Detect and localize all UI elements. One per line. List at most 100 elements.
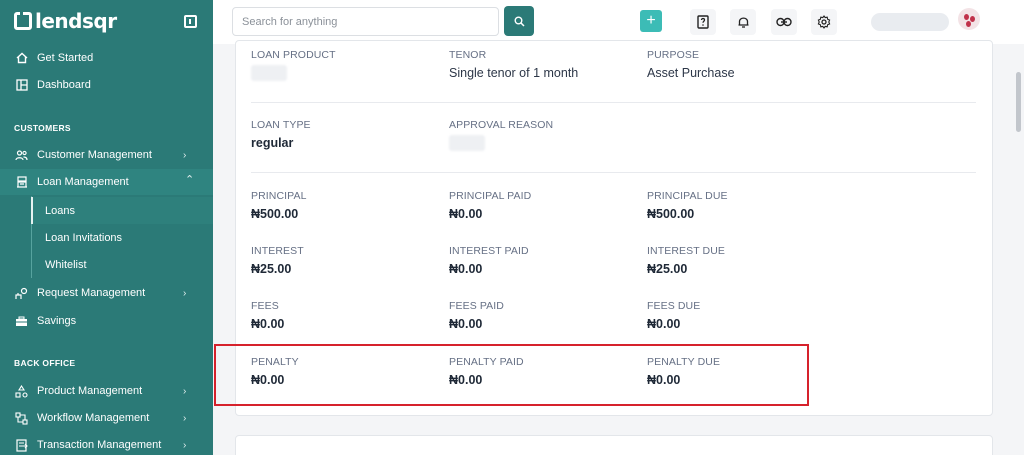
brand-name: lendsqr [35, 9, 117, 33]
settings-button[interactable] [811, 9, 837, 35]
sidebar-item-loan-management[interactable]: Loan Management ⌃ [0, 169, 213, 195]
link-button[interactable] [771, 9, 797, 35]
add-button[interactable]: + [640, 10, 662, 32]
sidebar-item-transaction-management[interactable]: Transaction Management › [0, 432, 213, 455]
field-tenor: TENOR Single tenor of 1 month [449, 49, 578, 80]
field-value: ₦0.00 [449, 262, 483, 276]
transaction-icon [15, 438, 28, 452]
redacted-value [251, 65, 287, 81]
sidebar-item-product-management[interactable]: Product Management › [0, 378, 213, 404]
sidebar-collapse-icon[interactable] [184, 15, 197, 28]
loan-icon [15, 176, 28, 189]
home-icon [15, 52, 28, 65]
field-value: ₦0.00 [251, 317, 285, 331]
field-value: ₦0.00 [647, 317, 681, 331]
chevron-right-icon: › [183, 287, 187, 299]
bell-icon [738, 17, 748, 28]
help-button[interactable] [690, 9, 716, 35]
avatar[interactable] [958, 8, 980, 30]
field-value: Single tenor of 1 month [449, 66, 579, 80]
field-value: Asset Purchase [647, 66, 735, 80]
sidebar-item-label: Savings [37, 315, 77, 327]
search-icon [514, 16, 525, 27]
sidebar: lendsqr Get Started Dashboard CUSTOMERS … [0, 0, 213, 455]
field-loan-type: LOAN TYPE regular [251, 119, 311, 150]
field-approval-reason: APPROVAL REASON [449, 119, 553, 151]
field-value: ₦500.00 [251, 207, 299, 221]
request-icon [15, 287, 28, 300]
penalty-highlight-box [214, 344, 809, 406]
sidebar-subitem-label: Loans [45, 204, 75, 217]
sidebar-item-label: Get Started [37, 52, 94, 64]
link-icon [776, 17, 792, 27]
field-value: ₦25.00 [251, 262, 292, 276]
sidebar-item-label: Dashboard [37, 79, 91, 91]
field-value: regular [251, 136, 294, 150]
sidebar-item-label: Transaction Management [37, 439, 162, 451]
field-fees-paid: FEES PAID ₦0.00 [449, 300, 504, 331]
field-label: INTEREST DUE [647, 245, 726, 257]
dashboard-icon [15, 79, 28, 92]
field-label: APPROVAL REASON [449, 119, 554, 131]
section-title-customers: CUSTOMERS [14, 123, 71, 133]
divider [251, 102, 976, 103]
field-fees-due: FEES DUE ₦0.00 [647, 300, 700, 331]
field-purpose: PURPOSE Asset Purchase [647, 49, 735, 80]
divider [251, 172, 976, 173]
field-label: INTEREST PAID [449, 245, 529, 257]
sidebar-item-dashboard[interactable]: Dashboard [0, 72, 213, 98]
chevron-right-icon: › [183, 385, 187, 397]
sidebar-subitem-loans[interactable]: Loans [31, 197, 213, 224]
field-label: PURPOSE [647, 49, 700, 61]
secondary-card [235, 435, 993, 455]
sidebar-subitem-whitelist[interactable]: Whitelist [31, 251, 213, 278]
field-label: LOAN TYPE [251, 119, 311, 131]
field-value: ₦0.00 [449, 317, 483, 331]
sidebar-item-label: Request Management [37, 287, 146, 299]
sidebar-item-label: Product Management [37, 385, 143, 397]
field-value: ₦500.00 [647, 207, 695, 221]
gear-icon [817, 15, 831, 29]
sidebar-item-request-management[interactable]: Request Management › [0, 280, 213, 306]
workflow-icon [15, 411, 28, 425]
chevron-right-icon: › [183, 412, 187, 424]
search-button[interactable] [504, 6, 534, 36]
help-icon [697, 15, 709, 29]
field-principal: PRINCIPAL ₦500.00 [251, 190, 307, 221]
field-label: FEES [251, 300, 279, 312]
field-principal-due: PRINCIPAL DUE ₦500.00 [647, 190, 728, 221]
chevron-up-icon: ⌃ [185, 174, 195, 186]
sidebar-item-get-started[interactable]: Get Started [0, 45, 213, 71]
section-title-back-office: BACK OFFICE [14, 358, 76, 368]
sidebar-item-label: Loan Management [37, 176, 129, 188]
user-name-pill[interactable] [871, 13, 949, 31]
sidebar-subitem-loan-invitations[interactable]: Loan Invitations [31, 224, 213, 251]
field-interest-paid: INTEREST PAID ₦0.00 [449, 245, 529, 276]
field-label: FEES PAID [449, 300, 504, 312]
field-label: TENOR [449, 49, 487, 61]
sidebar-item-savings[interactable]: Savings [0, 308, 213, 334]
field-value: ₦0.00 [449, 207, 483, 221]
sidebar-item-label: Workflow Management [37, 412, 150, 424]
sidebar-subitem-label: Whitelist [45, 258, 87, 271]
sidebar-subitem-label: Loan Invitations [45, 231, 123, 244]
field-fees: FEES ₦0.00 [251, 300, 284, 331]
sidebar-item-customer-management[interactable]: Customer Management › [0, 142, 213, 168]
top-bar: + [213, 0, 1024, 44]
notifications-button[interactable] [730, 9, 756, 35]
product-icon [15, 384, 28, 398]
field-label: PRINCIPAL DUE [647, 190, 728, 202]
chevron-right-icon: › [183, 149, 187, 161]
field-label: PRINCIPAL [251, 190, 307, 202]
users-icon [15, 149, 28, 162]
sidebar-item-workflow-management[interactable]: Workflow Management › [0, 405, 213, 431]
scrollbar-thumb[interactable] [1016, 72, 1021, 132]
search-input[interactable] [232, 7, 499, 36]
field-interest: INTEREST ₦25.00 [251, 245, 304, 276]
savings-icon [15, 315, 28, 328]
logo-mark-icon [14, 12, 32, 30]
brand-logo[interactable]: lendsqr [14, 9, 117, 33]
field-loan-product: LOAN PRODUCT [251, 49, 336, 81]
field-label: LOAN PRODUCT [251, 49, 336, 61]
sidebar-item-label: Customer Management [37, 149, 152, 161]
